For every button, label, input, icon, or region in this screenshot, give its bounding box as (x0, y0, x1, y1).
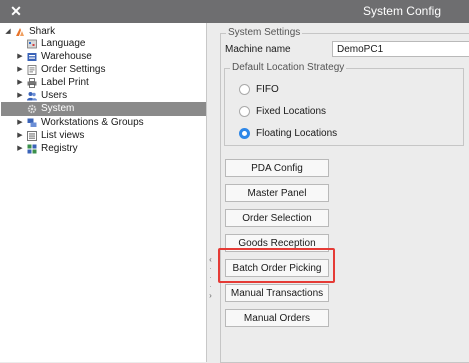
system-settings-legend: System Settings (226, 27, 303, 39)
order-selection-button[interactable]: Order Selection (225, 209, 329, 227)
tree-item-system[interactable]: System (1, 102, 206, 116)
machine-name-label: Machine name (225, 44, 291, 55)
pda-config-button[interactable]: PDA Config (225, 159, 329, 177)
window-title: System Config (362, 4, 441, 18)
expand-icon[interactable]: ▶ (16, 63, 24, 77)
tree-item-order-settings[interactable]: ▶ Order Settings (16, 63, 204, 77)
warehouse-icon (27, 53, 37, 61)
order-settings-icon (27, 65, 37, 75)
tree-item-warehouse[interactable]: ▶ Warehouse (16, 50, 204, 64)
radio-label: Fixed Locations (256, 106, 327, 117)
tree-item-label: Users (41, 90, 68, 101)
tree-item-label: Warehouse (41, 51, 92, 62)
tree-item-workstations-groups[interactable]: ▶ Workstations & Groups (16, 116, 204, 130)
tree-item-list-views[interactable]: ▶ List views (16, 129, 204, 143)
tree-item-label: Workstations & Groups (41, 117, 144, 128)
radio-button[interactable] (239, 84, 250, 95)
expand-icon[interactable]: ▶ (16, 129, 24, 143)
location-strategy-legend: Default Location Strategy (230, 62, 347, 74)
tree-item-language[interactable]: Language (16, 37, 204, 51)
workstations-icon (27, 118, 37, 127)
list-views-icon (27, 131, 37, 141)
users-icon (27, 92, 37, 101)
radio-fixed-locations[interactable]: Fixed Locations (239, 105, 359, 119)
radio-button[interactable] (239, 106, 250, 117)
title-bar: ✕ System Config (0, 0, 469, 23)
system-config-panel: System Settings Machine name DemoPC1 Def… (215, 23, 469, 363)
shark-logo-icon (16, 28, 24, 36)
expand-icon[interactable]: ▶ (16, 116, 24, 130)
collapse-left-icon[interactable]: ‹ (207, 255, 214, 264)
expand-icon[interactable]: ▶ (16, 142, 24, 156)
tree-item-label: System (41, 103, 75, 114)
master-panel-button[interactable]: Master Panel (225, 184, 329, 202)
navigation-tree[interactable]: ◢ Shark Language ▶ Warehouse ▶ Order Set… (0, 23, 207, 362)
system-gear-icon (27, 104, 37, 114)
expand-icon[interactable]: ▶ (16, 89, 24, 103)
tree-item-users[interactable]: ▶ Users (16, 89, 204, 103)
highlight-box (218, 248, 335, 283)
expand-icon[interactable]: ▶ (16, 50, 24, 64)
tree-item-label: List views (41, 130, 85, 141)
manual-transactions-button[interactable]: Manual Transactions (225, 284, 329, 302)
expand-icon[interactable]: ▶ (16, 76, 24, 90)
machine-name-field[interactable]: DemoPC1 (332, 41, 469, 57)
tree-item-label: Language (41, 38, 86, 49)
radio-label: Floating Locations (256, 128, 338, 139)
registry-icon (27, 144, 37, 154)
close-icon[interactable]: ✕ (8, 0, 24, 23)
radio-fifo[interactable]: FIFO (239, 83, 359, 97)
collapse-icon[interactable]: ◢ (4, 25, 12, 39)
radio-floating-locations[interactable]: Floating Locations (239, 127, 359, 141)
tree-item-label: Registry (41, 143, 78, 154)
language-icon (27, 39, 37, 49)
expand-right-icon[interactable]: › (207, 291, 214, 300)
radio-button[interactable] (239, 128, 250, 139)
tree-item-registry[interactable]: ▶ Registry (16, 142, 204, 156)
tree-item-label: Label Print (41, 77, 89, 88)
tree-item-label: Order Settings (41, 64, 106, 75)
tree-item-label-print[interactable]: ▶ Label Print (16, 76, 204, 90)
printer-icon (27, 78, 37, 88)
radio-label: FIFO (256, 84, 279, 95)
manual-orders-button[interactable]: Manual Orders (225, 309, 329, 327)
panel-splitter[interactable]: ‹ · · · › (207, 255, 214, 305)
